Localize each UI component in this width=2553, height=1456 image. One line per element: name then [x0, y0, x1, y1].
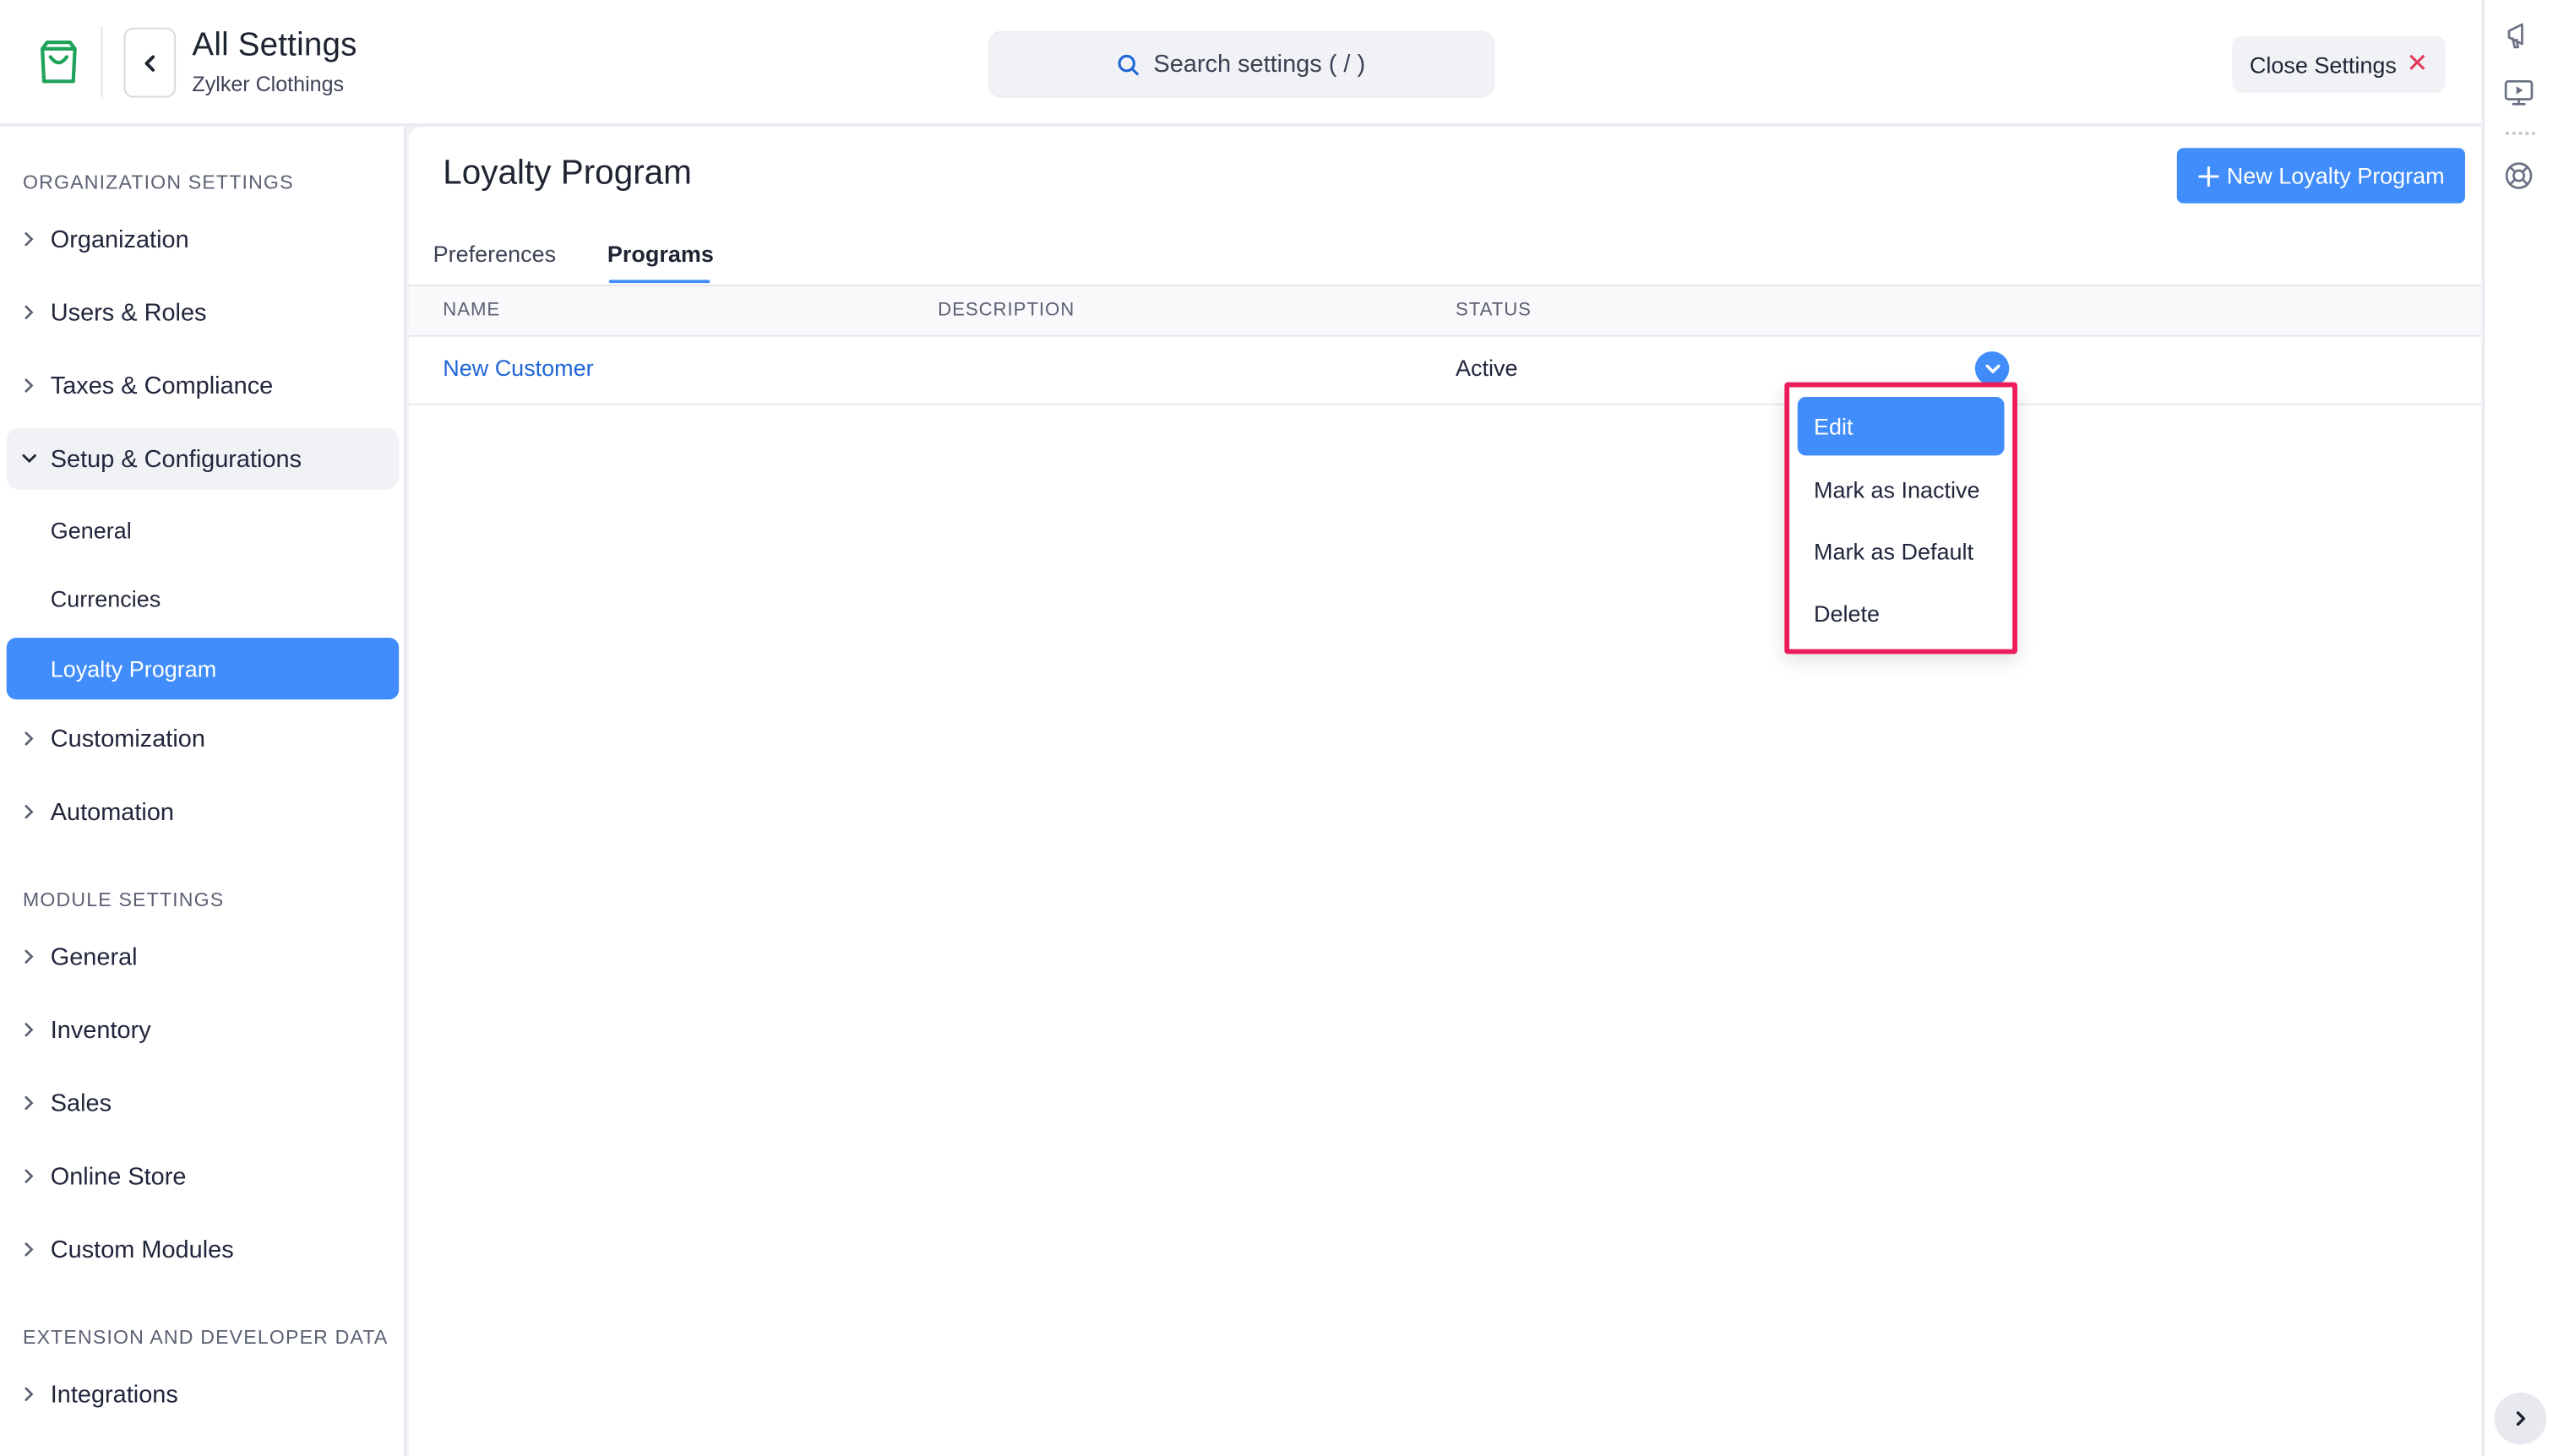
chevron-right-icon [7, 1022, 51, 1038]
chevron-right-icon [7, 378, 51, 394]
organization-settings-heading: ORGANIZATION SETTINGS [22, 171, 294, 194]
tab-preferences[interactable]: Preferences [433, 241, 556, 267]
expand-rail-button[interactable] [2494, 1392, 2547, 1445]
close-icon: ✕ [2406, 49, 2429, 78]
sidebar-item-label: Custom Modules [50, 1235, 234, 1263]
settings-sidebar: ORGANIZATION SETTINGS Organization Users… [0, 127, 406, 1456]
sidebar-item-label: Sales [50, 1089, 112, 1117]
sidebar-subitem-label: Currencies [50, 585, 161, 612]
sidebar-item-label: Integrations [50, 1380, 178, 1409]
search-placeholder: Search settings ( / ) [1153, 50, 1366, 79]
help-support-icon[interactable] [2501, 158, 2536, 193]
chevron-right-icon [7, 804, 51, 820]
column-header-status: STATUS [1456, 301, 1532, 321]
tab-programs[interactable]: Programs [607, 241, 714, 267]
new-loyalty-program-label: New Loyalty Program [2226, 162, 2445, 189]
table-row[interactable] [408, 339, 2482, 405]
close-settings-button[interactable]: Close Settings ✕ [2232, 35, 2446, 93]
video-tutorial-icon[interactable] [2501, 75, 2536, 111]
program-name-link[interactable]: New Customer [443, 355, 593, 381]
shopping-bag-logo-icon [30, 33, 88, 91]
organization-name: Zylker Clothings [192, 71, 345, 96]
sidebar-subitem-label: General [50, 517, 132, 544]
sidebar-item-taxes-compliance[interactable]: Taxes & Compliance [7, 355, 399, 416]
sidebar-item-label: Organization [50, 225, 189, 253]
active-tab-indicator [608, 280, 710, 284]
settings-header: All Settings Zylker Clothings Search set… [0, 0, 2482, 126]
sidebar-item-label: Online Store [50, 1162, 187, 1191]
chevron-down-icon [7, 453, 51, 465]
sidebar-item-label: Automation [50, 797, 175, 826]
sidebar-item-automation[interactable]: Automation [7, 781, 399, 843]
rail-divider [2506, 132, 2535, 135]
sidebar-item-label: Inventory [50, 1015, 151, 1044]
chevron-right-icon [7, 1241, 51, 1258]
sidebar-item-setup-configurations[interactable]: Setup & Configurations [6, 427, 400, 490]
chevron-left-icon [144, 54, 155, 71]
header-divider [101, 25, 103, 98]
program-status: Active [1456, 354, 1518, 381]
menu-item-delete[interactable]: Delete [1798, 584, 2005, 643]
back-button[interactable] [123, 27, 177, 98]
column-header-name: NAME [443, 301, 501, 321]
row-actions-menu: Edit Mark as Inactive Mark as Default De… [1784, 382, 2017, 655]
menu-item-mark-inactive[interactable]: Mark as Inactive [1798, 460, 2005, 519]
chevron-right-icon [7, 304, 51, 320]
chevron-right-icon [7, 1095, 51, 1111]
sidebar-subitem-label: Loyalty Program [50, 655, 217, 682]
menu-item-mark-default[interactable]: Mark as Default [1798, 522, 2005, 580]
row-actions-dropdown-button[interactable] [1974, 351, 2010, 386]
sidebar-subitem-currencies[interactable]: Currencies [7, 568, 399, 629]
sidebar-item-custom-modules[interactable]: Custom Modules [7, 1219, 399, 1280]
main-content: Loyalty Program New Loyalty Program Pref… [408, 127, 2482, 1456]
sidebar-subitem-general[interactable]: General [7, 499, 399, 561]
search-icon [1119, 53, 1140, 75]
sidebar-item-users-roles[interactable]: Users & Roles [7, 281, 399, 343]
sidebar-subitem-loyalty-program[interactable]: Loyalty Program [6, 638, 400, 700]
chevron-right-icon [2516, 1411, 2526, 1426]
page-title: All Settings [192, 27, 357, 64]
extension-developer-data-heading: EXTENSION AND DEVELOPER DATA [22, 1325, 389, 1349]
sidebar-item-customization[interactable]: Customization [7, 708, 399, 769]
right-utility-rail [2483, 0, 2553, 1456]
sidebar-item-label: Taxes & Compliance [50, 372, 274, 399]
chevron-right-icon [7, 231, 51, 247]
menu-item-edit[interactable]: Edit [1797, 397, 2005, 456]
sidebar-item-integrations[interactable]: Integrations [7, 1363, 399, 1425]
search-settings-input[interactable]: Search settings ( / ) [988, 30, 1495, 98]
chevron-right-icon [7, 731, 51, 747]
column-header-description: DESCRIPTION [938, 301, 1075, 321]
sidebar-item-label: Setup & Configurations [50, 444, 302, 473]
chevron-right-icon [7, 1386, 51, 1402]
sidebar-item-organization[interactable]: Organization [7, 209, 399, 270]
sidebar-item-label: Users & Roles [50, 298, 207, 327]
module-settings-heading: MODULE SETTINGS [22, 888, 225, 911]
new-loyalty-program-button[interactable]: New Loyalty Program [2176, 148, 2465, 204]
chevron-right-icon [7, 948, 51, 964]
sidebar-item-online-store[interactable]: Online Store [7, 1145, 399, 1207]
close-settings-label: Close Settings [2249, 51, 2397, 78]
sidebar-item-sales[interactable]: Sales [7, 1072, 399, 1133]
plus-icon [2197, 165, 2218, 187]
sidebar-item-label: General [50, 943, 138, 971]
sidebar-item-label: Customization [50, 725, 205, 752]
loyalty-program-title: Loyalty Program [443, 154, 692, 193]
announcement-icon[interactable] [2501, 18, 2536, 53]
sidebar-item-inventory[interactable]: Inventory [7, 999, 399, 1061]
table-header [408, 286, 2482, 337]
chevron-down-icon [1984, 363, 2000, 372]
chevron-right-icon [7, 1168, 51, 1184]
sidebar-item-module-general[interactable]: General [7, 926, 399, 987]
